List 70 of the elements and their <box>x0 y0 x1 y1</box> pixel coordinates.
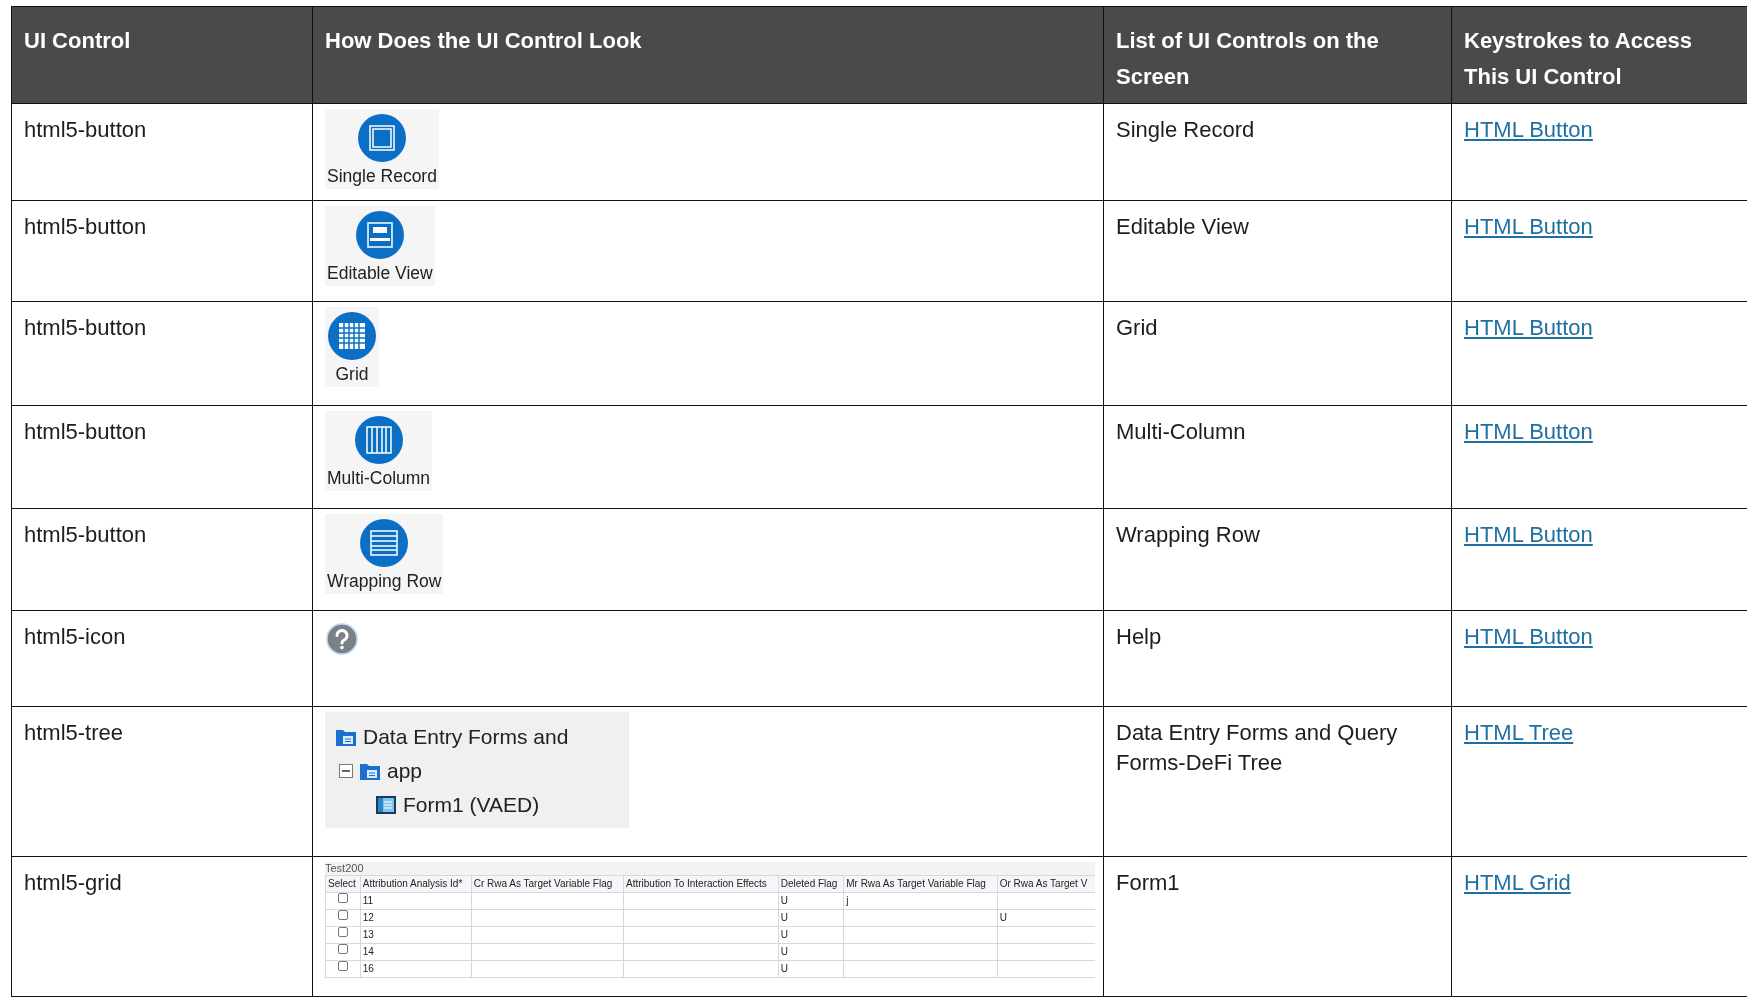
table-cell: Editable View <box>1103 200 1452 302</box>
row-checkbox[interactable] <box>337 927 348 937</box>
keystroke-link[interactable]: HTML Button <box>1464 419 1593 444</box>
help-icon[interactable] <box>325 622 359 656</box>
grid-icon <box>327 311 377 361</box>
grid-cell: U <box>780 946 788 957</box>
tree-node-label[interactable]: Form1 (VAED) <box>403 788 540 822</box>
row-checkbox[interactable] <box>337 961 348 971</box>
grid-cell: 11 <box>362 895 374 906</box>
column-header: UI Control <box>11 6 313 104</box>
toolbar-button[interactable]: Multi-Column <box>325 411 433 491</box>
grid-cell: U <box>780 912 788 923</box>
tree-node-label[interactable]: app <box>387 754 423 788</box>
row-checkbox[interactable] <box>337 910 348 920</box>
table-cell: Multi-Column <box>1103 405 1452 509</box>
toolbar-button[interactable]: Wrapping Row <box>325 514 444 594</box>
grid-cell: 16 <box>362 963 374 974</box>
table-cell: Single Record <box>1103 103 1452 201</box>
rows-icon <box>359 518 410 568</box>
grid-cell: U <box>780 895 788 906</box>
grid-column-header[interactable]: Select <box>325 875 361 893</box>
collapse-toggle[interactable] <box>339 764 353 778</box>
keystroke-link[interactable]: HTML Button <box>1464 117 1593 142</box>
columns-icon <box>353 415 404 465</box>
keystroke-link[interactable]: HTML Button <box>1464 624 1593 649</box>
table-cell: Form1 <box>1103 856 1452 997</box>
table-cell: Data Entry Forms and Query Forms-DeFi Tree <box>1103 706 1452 857</box>
folder-icon <box>359 761 381 781</box>
keystroke-link[interactable]: HTML Tree <box>1464 720 1574 745</box>
table-cell: html5-button <box>11 405 313 509</box>
table-cell: html5-button <box>11 103 313 201</box>
table-cell: html5-button <box>11 508 313 611</box>
grid-title: Test200 <box>325 862 1095 875</box>
table-cell: html5-icon <box>11 610 313 707</box>
keystroke-link[interactable]: HTML Button <box>1464 214 1593 239</box>
form-icon <box>375 795 397 815</box>
grid-cell: U <box>780 929 788 940</box>
grid-cell: U <box>780 963 788 974</box>
form-icon <box>354 210 405 260</box>
table-cell: Grid <box>1103 301 1452 406</box>
table-cell: html5-tree <box>11 706 313 857</box>
grid-cell: 14 <box>362 946 374 957</box>
grid-column-header[interactable]: Attribution Analysis Id* <box>360 875 472 893</box>
table-cell: html5-grid <box>11 856 313 997</box>
toolbar-button[interactable]: Editable View <box>325 206 435 286</box>
table-cell: Help <box>1103 610 1452 707</box>
toolbar-button[interactable]: Single Record <box>325 109 439 189</box>
grid-column-header[interactable]: Mr Rwa As Target Variable Flag <box>843 875 998 893</box>
row-checkbox[interactable] <box>337 893 348 903</box>
grid-column-header[interactable]: Attribution To Interaction Effects <box>623 875 779 893</box>
keystroke-link[interactable]: HTML Grid <box>1464 870 1571 895</box>
grid-column-header[interactable]: Cr Rwa As Target Variable Flag <box>471 875 624 893</box>
toolbar-button[interactable]: Grid <box>325 307 379 387</box>
column-header: Keystrokes to Access This UI Control <box>1451 6 1747 104</box>
table-cell: html5-button <box>11 301 313 406</box>
keystroke-link[interactable]: HTML Button <box>1464 522 1593 547</box>
folder-icon <box>335 727 357 747</box>
grid-column-header[interactable]: Or Rwa As Target V <box>997 875 1095 893</box>
column-header: List of UI Controls on the Screen <box>1103 6 1452 104</box>
table-cell: Wrapping Row <box>1103 508 1452 611</box>
table-cell: html5-button <box>11 200 313 302</box>
tree-node-label[interactable]: Data Entry Forms and <box>363 720 569 754</box>
keystroke-link[interactable]: HTML Button <box>1464 315 1593 340</box>
grid-column-header[interactable]: Deleted Flag <box>778 875 844 893</box>
grid-cell: 12 <box>362 912 374 923</box>
grid-cell: j <box>846 895 849 906</box>
column-header: How Does the UI Control Look <box>312 6 1104 104</box>
grid-cell: 13 <box>362 929 374 940</box>
row-checkbox[interactable] <box>337 944 348 954</box>
grid-cell: U <box>999 912 1007 923</box>
